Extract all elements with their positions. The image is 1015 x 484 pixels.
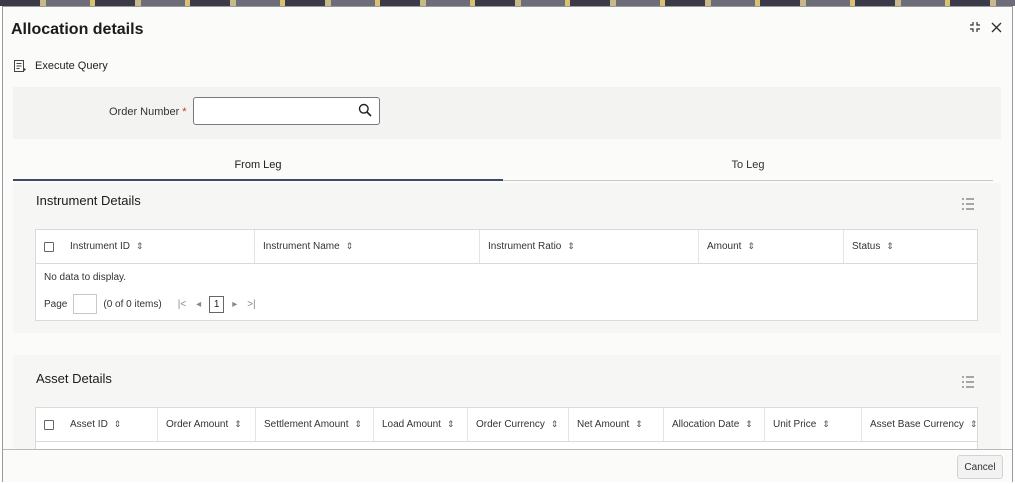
column-header[interactable]: Instrument Name ⇕	[255, 230, 480, 263]
close-icon[interactable]	[991, 21, 1002, 37]
execute-query-icon[interactable]	[13, 59, 27, 73]
instrument-details-grid: Instrument ID ⇕ Instrument Name ⇕ Instrume…	[35, 229, 978, 321]
grid-header: Instrument ID ⇕ Instrument Name ⇕ Instrume…	[36, 230, 977, 264]
asset-details-title: Asset Details	[36, 371, 112, 386]
sort-icon: ⇕	[550, 419, 559, 429]
search-icon[interactable]	[358, 103, 372, 122]
pager: Page (0 of 0 items) |< ◂ 1 ▸ >|	[36, 290, 977, 318]
order-number-input[interactable]	[194, 98, 344, 124]
column-header[interactable]: Status ⇕	[844, 230, 977, 263]
items-count: (0 of 0 items)	[103, 298, 162, 310]
required-marker: *	[182, 106, 187, 118]
order-number-label: Order Number	[109, 106, 180, 118]
allocation-details-window: Allocation details Execute Query Order N…	[2, 6, 1013, 482]
first-page-icon[interactable]: |<	[178, 299, 186, 310]
page-label: Page	[44, 298, 68, 310]
column-header[interactable]: Order Amount ⇕	[158, 408, 256, 441]
column-header[interactable]: Settlement Amount ⇕	[256, 408, 374, 441]
instrument-details-title: Instrument Details	[36, 193, 141, 208]
column-header[interactable]: Instrument Ratio ⇕	[480, 230, 699, 263]
sort-icon: ⇕	[345, 241, 354, 251]
grid-header: Asset ID ⇕ Order Amount ⇕ Settlement Amoun…	[36, 408, 977, 442]
select-all-checkbox[interactable]	[44, 419, 54, 430]
leg-tabs: From Leg To Leg	[13, 153, 1001, 181]
sort-icon: ⇕	[745, 419, 753, 429]
footer: Cancel	[3, 449, 1012, 482]
tab-to-leg[interactable]: To Leg	[503, 153, 993, 181]
column-options-icon[interactable]	[961, 197, 975, 216]
column-header[interactable]: Unit Price ⇕	[765, 408, 862, 441]
column-header[interactable]: Asset ID ⇕	[62, 408, 158, 441]
sort-icon: ⇕	[567, 241, 575, 251]
next-page-icon[interactable]: ▸	[232, 299, 237, 310]
column-header[interactable]: Instrument ID ⇕	[62, 230, 255, 263]
execute-query-button[interactable]: Execute Query	[35, 60, 108, 72]
current-page[interactable]: 1	[209, 295, 225, 313]
cancel-button[interactable]: Cancel	[957, 455, 1003, 479]
sort-icon: ⇕	[822, 419, 830, 429]
asset-details-grid: Asset ID ⇕ Order Amount ⇕ Settlement Amoun…	[35, 407, 978, 449]
sort-icon: ⇕	[113, 419, 122, 429]
previous-page-icon[interactable]: ◂	[196, 299, 201, 310]
sort-icon: ⇕	[635, 419, 643, 429]
column-header[interactable]: Asset Base Currency ⇕	[862, 408, 977, 441]
column-header[interactable]: Order Currency ⇕	[468, 408, 569, 441]
instrument-details-section: Instrument Details Instrument ID ⇕ Instru…	[13, 183, 1001, 333]
sort-icon: ⇕	[446, 419, 455, 429]
select-all-checkbox[interactable]	[44, 241, 54, 252]
sort-icon: ⇕	[747, 241, 756, 251]
column-header[interactable]: Amount ⇕	[699, 230, 844, 263]
empty-message: No data to display.	[44, 272, 127, 283]
column-header[interactable]: Load Amount ⇕	[374, 408, 468, 441]
page-number-input[interactable]	[73, 294, 98, 314]
sort-icon: ⇕	[969, 419, 978, 429]
tab-from-leg[interactable]: From Leg	[13, 153, 503, 181]
column-options-icon[interactable]	[961, 375, 975, 394]
toolbar: Execute Query	[13, 59, 108, 73]
search-panel: Order Number *	[13, 87, 1001, 139]
sort-icon: ⇕	[136, 241, 144, 251]
sort-icon: ⇕	[354, 419, 363, 429]
sort-icon: ⇕	[886, 241, 894, 251]
window-title: Allocation details	[11, 21, 144, 38]
column-header[interactable]: Net Amount ⇕	[569, 408, 664, 441]
asset-details-section: Asset Details Asset ID ⇕ Order Amount ⇕ Se…	[13, 355, 1001, 449]
last-page-icon[interactable]: >|	[247, 299, 255, 310]
title-bar: Allocation details	[3, 7, 1012, 53]
column-header[interactable]: Allocation Date ⇕	[664, 408, 765, 441]
maximize-icon[interactable]	[969, 21, 981, 37]
sort-icon: ⇕	[234, 419, 242, 429]
order-number-field	[193, 97, 380, 125]
